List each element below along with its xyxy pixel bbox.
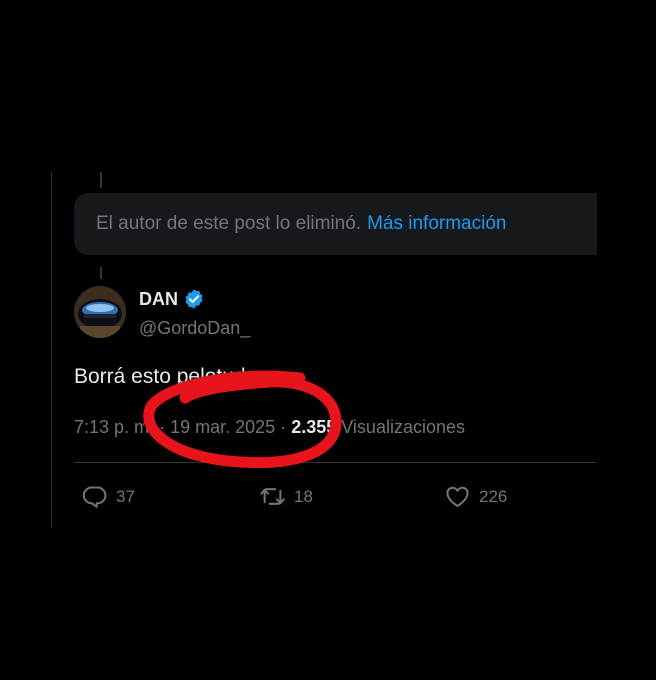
reply-icon: [82, 486, 107, 508]
repost-icon: [260, 488, 285, 505]
thread-line-bottom: [100, 267, 102, 279]
verified-badge-icon: [185, 289, 203, 309]
views-label: Visualizaciones: [341, 417, 465, 437]
divider: [74, 462, 597, 463]
author-name-row[interactable]: DAN: [139, 288, 205, 310]
tweet-panel: El autor de este post lo eliminó. Más in…: [51, 172, 597, 527]
post-date[interactable]: 19 mar. 2025: [170, 417, 275, 437]
post-metadata: 7:13 p. m. · 19 mar. 2025 · 2.355 Visual…: [74, 417, 465, 438]
like-count: 226: [479, 486, 508, 506]
meta-separator: ·: [159, 417, 166, 437]
post-text: Borrá esto pelotudo: [74, 365, 258, 388]
avatar[interactable]: [74, 286, 126, 338]
like-icon: [446, 486, 469, 508]
repost-button[interactable]: 18: [259, 483, 313, 510]
meta-separator: ·: [280, 417, 287, 437]
thread-line-top: [100, 172, 102, 188]
more-info-link[interactable]: Más información: [367, 213, 506, 235]
repost-count: 18: [294, 486, 313, 506]
deleted-post-notice: El autor de este post lo eliminó. Más in…: [74, 193, 597, 255]
author-name[interactable]: DAN: [139, 289, 178, 310]
like-button[interactable]: 226: [444, 483, 507, 510]
views-count: 2.355: [291, 417, 337, 437]
post-time[interactable]: 7:13 p. m.: [74, 417, 154, 437]
reply-button[interactable]: 37: [81, 483, 135, 510]
avatar-image: [74, 286, 126, 338]
reply-count: 37: [116, 486, 135, 506]
author-handle[interactable]: @GordoDan_: [139, 318, 250, 339]
deleted-notice-text: El autor de este post lo eliminó.: [96, 213, 362, 234]
